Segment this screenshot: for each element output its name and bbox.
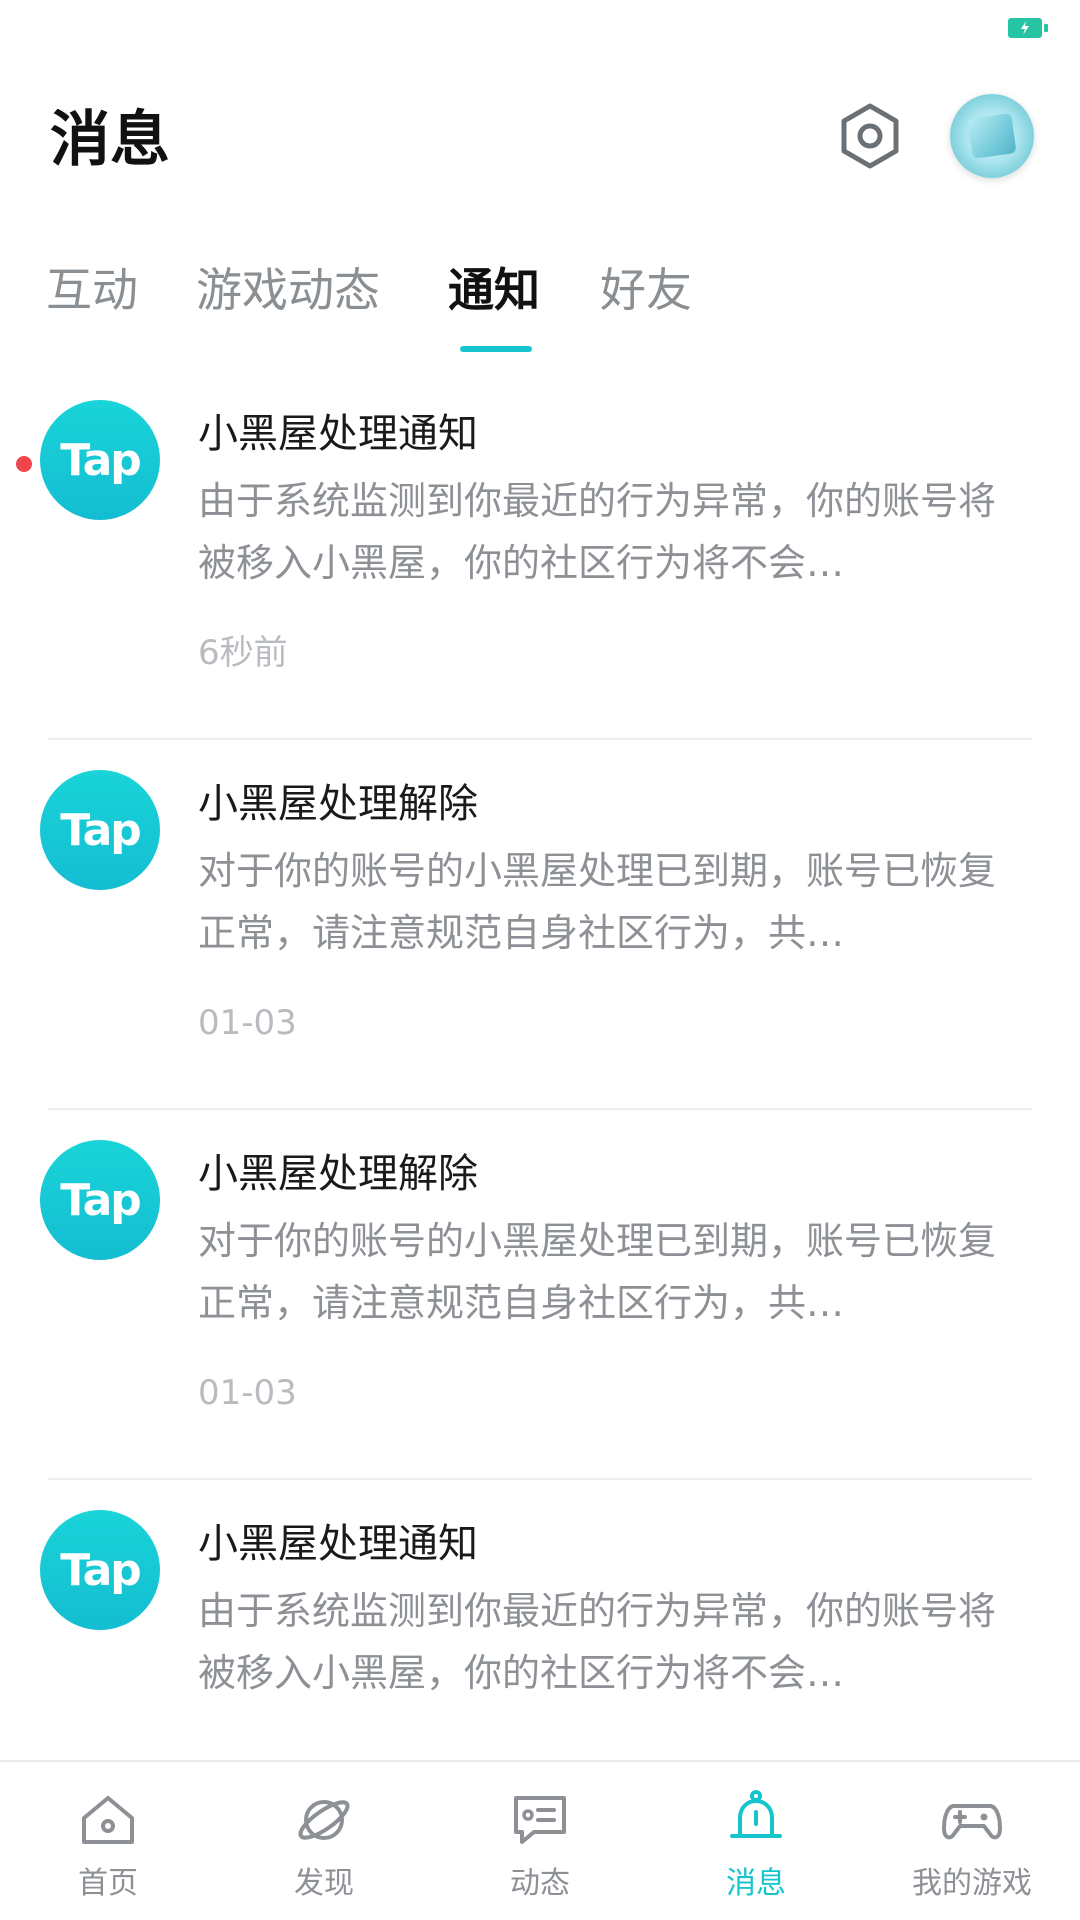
tap-logo-avatar: Tap	[40, 770, 160, 890]
nav-feed[interactable]: 动态	[432, 1762, 648, 1920]
notification-body: 由于系统监测到你最近的行为异常，你的账号将被移入小黑屋，你的社区行为将不会…	[198, 1589, 997, 1695]
nav-discover[interactable]: 发现	[216, 1762, 432, 1920]
notification-title: 小黑屋处理通知	[198, 411, 478, 457]
nav-label: 消息	[726, 1866, 786, 1901]
tab-notifications[interactable]: 通知	[448, 250, 540, 330]
nav-my-games[interactable]: 我的游戏	[864, 1762, 1080, 1920]
nav-label: 我的游戏	[912, 1866, 1032, 1901]
bell-icon	[730, 1790, 782, 1838]
avatar-image	[967, 113, 1017, 159]
unread-dot	[16, 456, 32, 472]
settings-hexagon-icon	[841, 103, 899, 169]
page-title: 消息	[50, 105, 170, 175]
notification-body: 对于你的账号的小黑屋处理已到期，账号已恢复正常，请注意规范自身社区行为，共…	[198, 1219, 997, 1325]
active-tab-indicator	[460, 346, 532, 352]
notification-time: 01-03	[198, 1003, 297, 1043]
notification-item[interactable]: Tap 小黑屋处理解除 对于你的账号的小黑屋处理已到期，账号已恢复正常，请注意规…	[0, 1110, 1080, 1480]
nav-label: 首页	[78, 1866, 138, 1901]
nav-label: 动态	[510, 1866, 570, 1901]
tab-interaction[interactable]: 互动	[46, 250, 138, 330]
notification-time: 01-03	[198, 1373, 297, 1413]
tab-game-updates[interactable]: 游戏动态	[196, 250, 380, 330]
notification-time: 6秒前	[198, 633, 288, 673]
status-bar	[0, 0, 1080, 66]
settings-button[interactable]	[830, 96, 910, 176]
battery-charging-icon	[1008, 18, 1048, 38]
tap-logo-avatar: Tap	[40, 1140, 160, 1260]
home-icon	[82, 1796, 134, 1844]
tap-logo-avatar: Tap	[40, 400, 160, 520]
message-tabs: 互动 游戏动态 通知 好友	[0, 250, 1080, 360]
gamepad-icon	[942, 1804, 1002, 1840]
notification-item[interactable]: Tap 小黑屋处理解除 对于你的账号的小黑屋处理已到期，账号已恢复正常，请注意规…	[0, 740, 1080, 1110]
user-avatar[interactable]	[950, 94, 1034, 178]
nav-label: 发现	[294, 1866, 354, 1901]
tap-logo-avatar: Tap	[40, 1510, 160, 1630]
planet-icon	[298, 1800, 350, 1840]
notification-item[interactable]: Tap 小黑屋处理通知 由于系统监测到你最近的行为异常，你的账号将被移入小黑屋，…	[0, 370, 1080, 740]
notification-body: 对于你的账号的小黑屋处理已到期，账号已恢复正常，请注意规范自身社区行为，共…	[198, 849, 997, 955]
tab-friends[interactable]: 好友	[600, 250, 692, 330]
messages-page: 消息 互动 游戏动态 通知 好友 Tap 小黑屋处理通知 由于系统监测到你最近的…	[0, 0, 1080, 1920]
nav-messages[interactable]: 消息	[648, 1762, 864, 1920]
bottom-nav: 首页 发现 动态 消息 我的游戏	[0, 1760, 1080, 1920]
feed-icon	[514, 1796, 566, 1844]
notification-title: 小黑屋处理通知	[198, 1521, 478, 1567]
notification-title: 小黑屋处理解除	[198, 781, 478, 827]
notification-body: 由于系统监测到你最近的行为异常，你的账号将被移入小黑屋，你的社区行为将不会…	[198, 479, 997, 585]
nav-home[interactable]: 首页	[0, 1762, 216, 1920]
notification-title: 小黑屋处理解除	[198, 1151, 478, 1197]
